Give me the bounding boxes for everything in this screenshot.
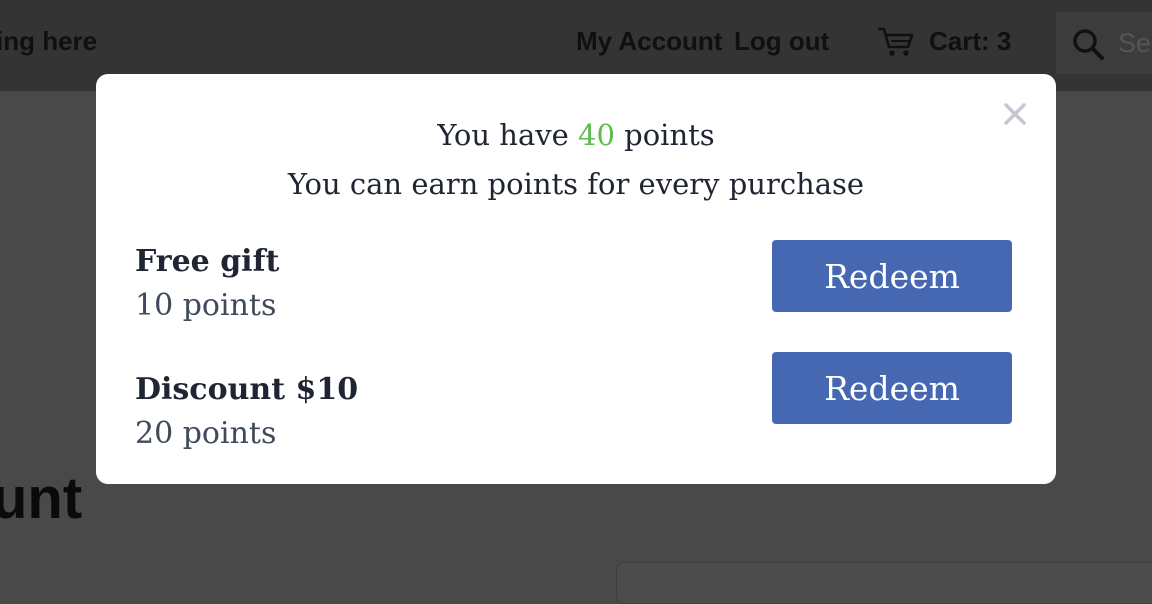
my-account-link[interactable]: My Account [576,26,722,57]
headline-suffix: points [614,118,715,152]
points-modal: You have 40 points You can earn points f… [96,74,1056,484]
reward-cost-discount: 20 points [135,416,277,451]
brand-name[interactable]: ing here [0,26,97,57]
reward-title-discount: Discount $10 [135,372,359,407]
points-subline: You can earn points for every purchase [287,167,865,201]
page-title: unt [0,466,83,531]
cart-icon[interactable] [877,26,915,58]
redeem-free-gift-button[interactable]: Redeem [772,240,1012,312]
reward-cost-free-gift: 10 points [135,288,277,323]
points-headline: You have 40 points [96,118,1056,152]
content-card [616,562,1152,604]
cart-link[interactable]: Cart: 3 [929,26,1011,57]
reward-title-free-gift: Free gift [135,244,280,279]
search-placeholder: Sea [1118,28,1152,58]
redeem-discount-button[interactable]: Redeem [772,352,1012,424]
points-balance: 40 [578,118,615,152]
headline-prefix: You have [437,118,579,152]
search-input[interactable]: Sea [1056,12,1152,74]
log-out-link[interactable]: Log out [734,26,829,57]
search-icon [1072,28,1104,60]
